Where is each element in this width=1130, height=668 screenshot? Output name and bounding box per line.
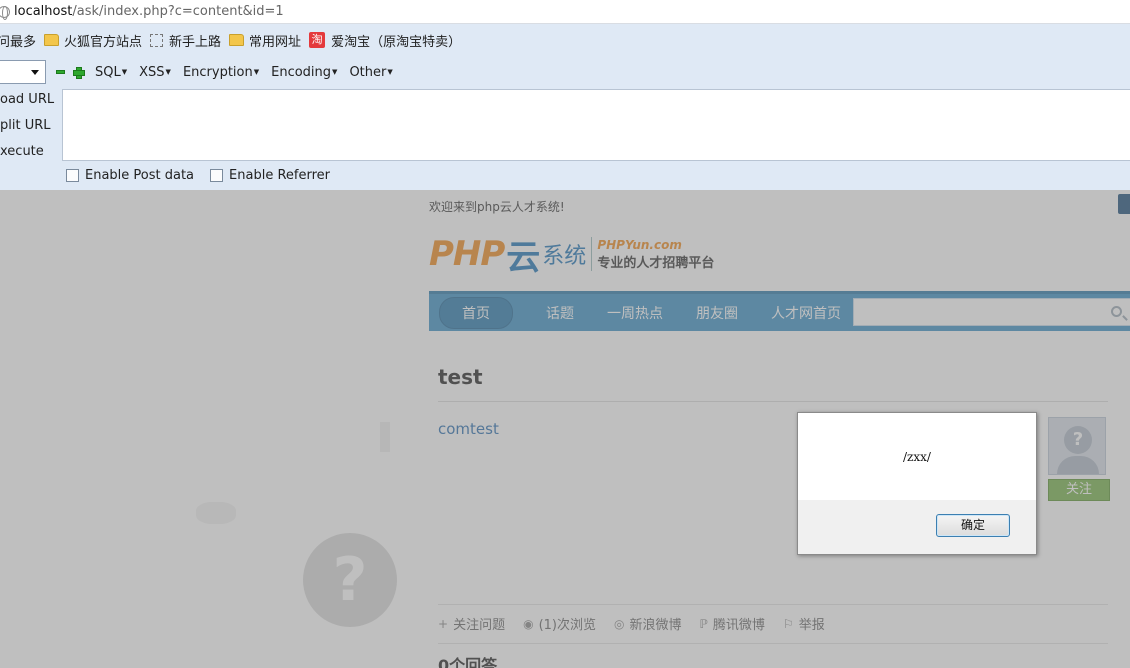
- bookmark-item[interactable]: 淘 爱淘宝（原淘宝特卖）: [309, 31, 461, 50]
- enable-post-checkbox[interactable]: [66, 169, 79, 182]
- menu-label: Encoding: [271, 64, 332, 80]
- hackbar-select[interactable]: [0, 60, 46, 84]
- execute-button[interactable]: xecute: [0, 140, 62, 166]
- split-url-button[interactable]: plit URL: [0, 114, 62, 140]
- folder-icon: [229, 34, 245, 46]
- bookmark-item[interactable]: 问最多: [0, 31, 36, 50]
- alert-body: /zxx/: [798, 413, 1036, 500]
- folder-icon: [44, 34, 60, 46]
- minus-icon[interactable]: [56, 70, 65, 74]
- menu-label: Other: [349, 64, 387, 80]
- caret-down-icon: ▼: [387, 68, 393, 76]
- caret-down-icon: ▼: [253, 68, 260, 76]
- globe-icon: [0, 5, 10, 20]
- hackbar-options: Enable Post data Enable Referrer: [66, 168, 346, 183]
- menu-label: Encryption: [182, 64, 253, 80]
- caret-down-icon: ▼: [332, 68, 338, 76]
- caret-down-icon: ▼: [121, 68, 128, 76]
- bookmark-item[interactable]: 常用网址: [229, 31, 301, 50]
- menu-label: XSS: [139, 64, 165, 80]
- bookmark-item[interactable]: 火狐官方站点: [44, 31, 142, 50]
- enable-post-label: Enable Post data: [85, 168, 195, 183]
- taobao-icon: 淘: [309, 32, 326, 48]
- menu-encoding[interactable]: Encoding▼: [271, 65, 337, 80]
- caret-down-icon: ▼: [165, 68, 171, 76]
- menu-sql[interactable]: SQL▼: [95, 65, 127, 80]
- ok-button[interactable]: 确定: [936, 514, 1010, 537]
- dashed-box-icon: [150, 33, 164, 47]
- url-path: /ask/index.php?c=content&id=1: [72, 4, 284, 19]
- hackbar-side-buttons: oad URL plit URL xecute: [0, 88, 62, 166]
- menu-other[interactable]: Other▼: [349, 65, 392, 80]
- bookmark-label: 常用网址: [249, 34, 302, 50]
- bookmark-label: 问最多: [0, 34, 37, 50]
- enable-referrer-option[interactable]: Enable Referrer: [210, 168, 330, 183]
- enable-referrer-label: Enable Referrer: [229, 168, 330, 183]
- bookmarks-bar: 问最多 火狐官方站点 新手上路 常用网址 淘 爱淘宝（原淘宝特卖）: [0, 24, 1130, 56]
- bookmark-item[interactable]: 新手上路: [150, 31, 221, 50]
- enable-referrer-checkbox[interactable]: [210, 169, 224, 182]
- hackbar-body: oad URL plit URL xecute Enable Post data…: [0, 88, 1130, 190]
- url-host: localhost: [14, 4, 73, 19]
- bookmark-label: 新手上路: [169, 34, 222, 50]
- hackbar-url-textarea[interactable]: [62, 89, 1130, 161]
- hackbar-toolbar: SQL▼ XSS▼ Encryption▼ Encoding▼ Other▼: [0, 56, 1130, 88]
- enable-post-option[interactable]: Enable Post data: [66, 168, 194, 183]
- url-bar[interactable]: localhost/ask/index.php?c=content&id=1: [0, 0, 1130, 24]
- menu-encryption[interactable]: Encryption▼: [183, 65, 259, 80]
- bookmark-label: 爱淘宝（原淘宝特卖）: [331, 34, 462, 50]
- bookmark-label: 火狐官方站点: [64, 34, 143, 50]
- plus-icon[interactable]: [73, 67, 85, 79]
- alert-message: /zxx/: [903, 450, 931, 464]
- menu-xss[interactable]: XSS▼: [139, 65, 171, 80]
- menu-label: SQL: [95, 64, 121, 80]
- alert-dialog: /zxx/ 确定: [797, 412, 1037, 555]
- load-url-button[interactable]: oad URL: [0, 88, 62, 114]
